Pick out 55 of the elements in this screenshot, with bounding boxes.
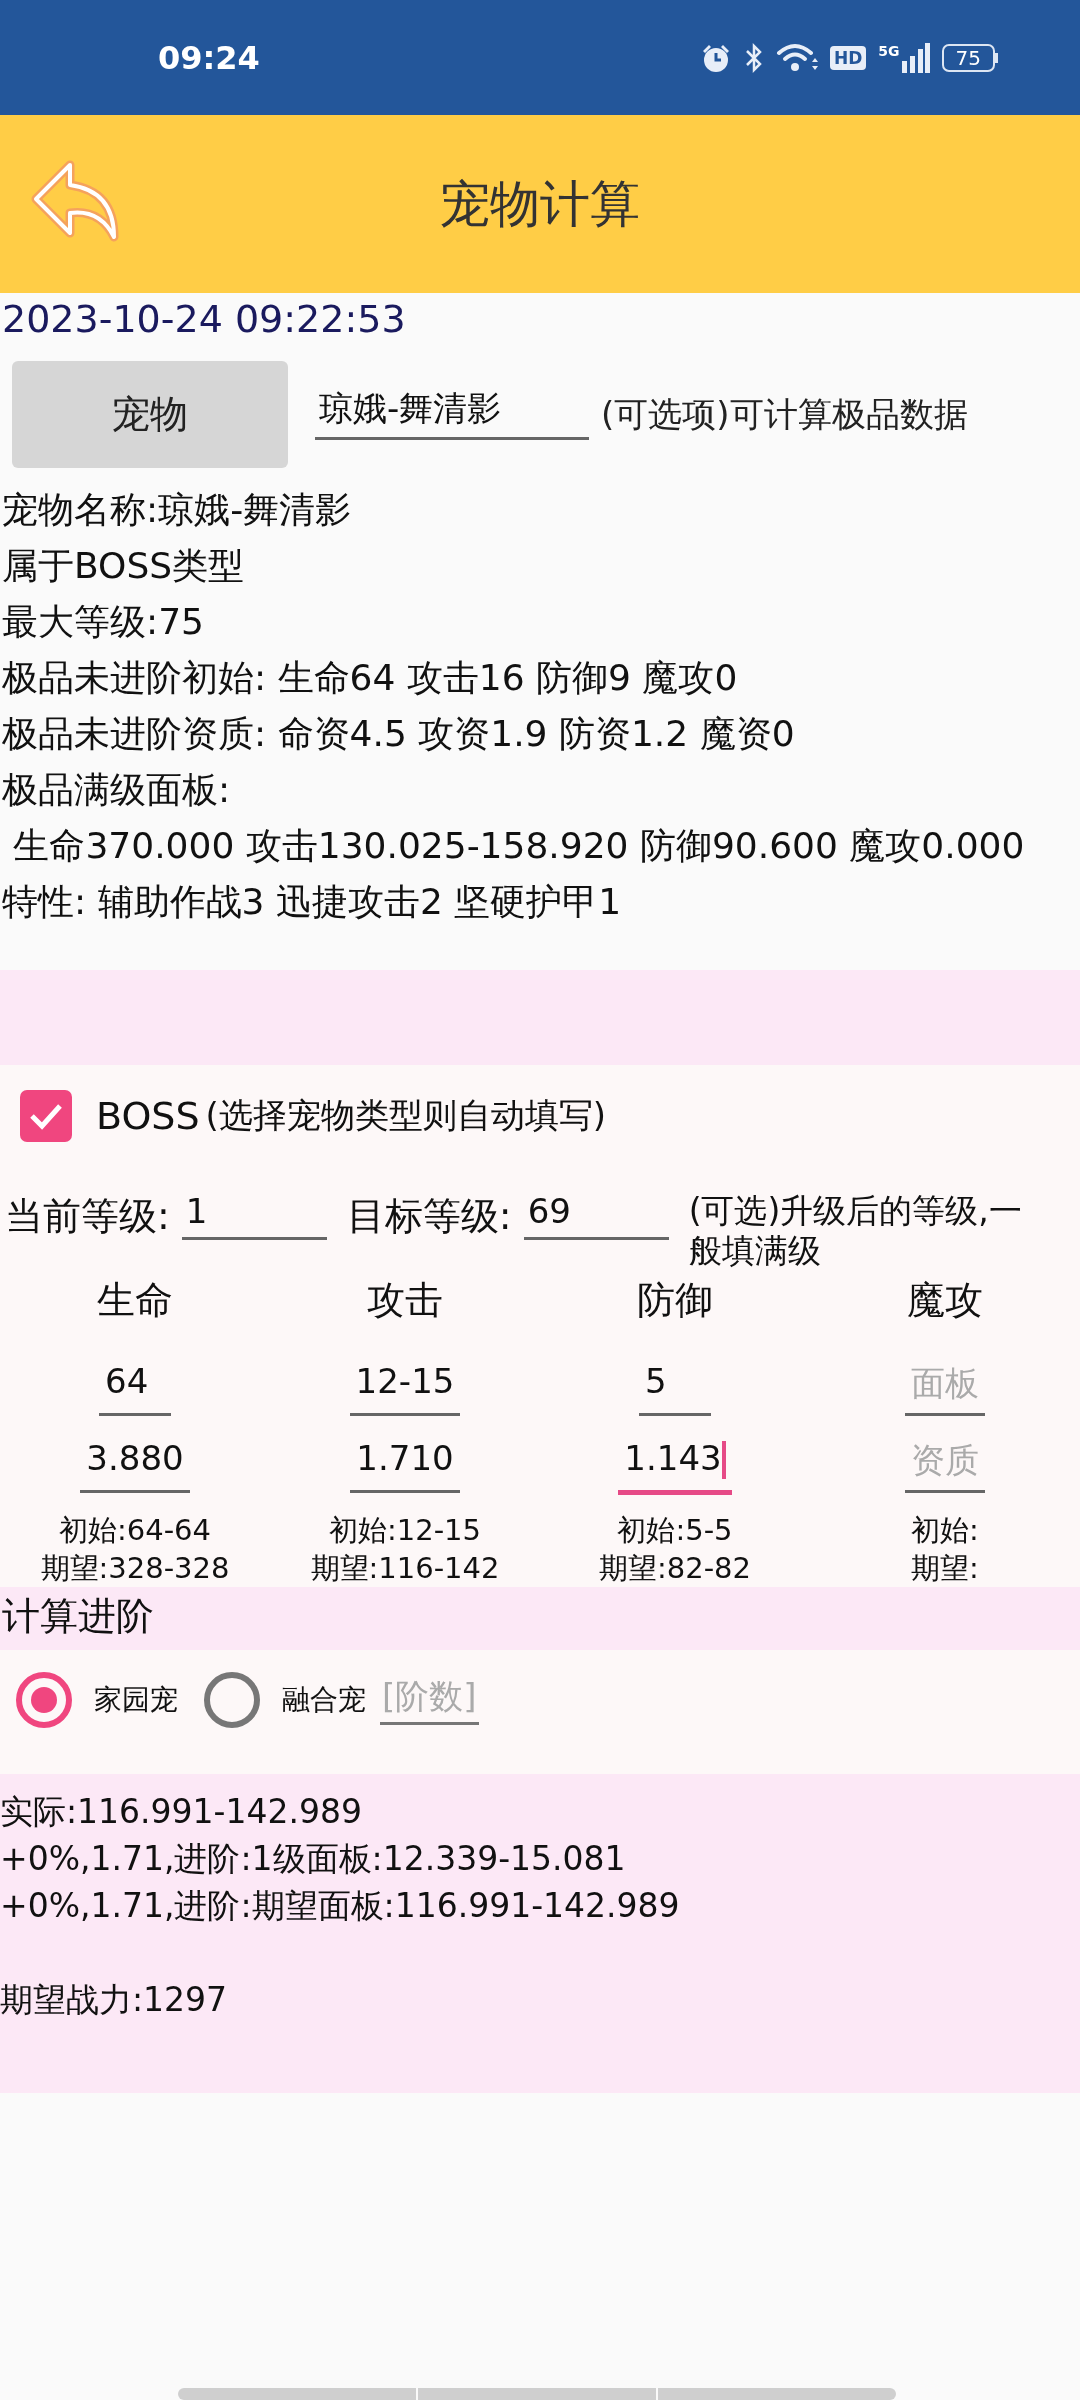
stat-text: 期望: [911, 1549, 979, 1587]
pet-name-field[interactable]: 琼娥-舞清影 [315, 388, 589, 440]
page-title: 宠物计算 [440, 173, 640, 235]
radio-button[interactable] [16, 1671, 72, 1728]
input-field[interactable]: 12-15 [349, 1360, 461, 1416]
input-field[interactable]: 64 [99, 1360, 171, 1416]
column-header: 魔攻 [907, 1276, 983, 1324]
pet-button[interactable]: 宠物 [12, 360, 288, 468]
radio-label: 家园宠 [94, 1681, 178, 1718]
info-line: 宠物名称:琼娥-舞清影 [2, 487, 353, 532]
column-header: 攻击 [367, 1276, 443, 1324]
info-line: 特性: 辅助作战3 迅捷攻击2 坚硬护甲1 [2, 879, 623, 924]
result-line: +0%,1.71,进阶:1级面板:12.339-15.081 [0, 1837, 627, 1880]
info-line: 最大等级:75 [2, 599, 205, 644]
stat-text: 期望:116-142 [310, 1549, 500, 1587]
battery-icon: 75 [941, 43, 995, 72]
info-line: 极品未进阶初始: 生命64 攻击16 防御9 魔攻0 [2, 655, 739, 700]
result-line: 期望战力:1297 [0, 1978, 229, 2021]
stat-text: 初始:12-15 [328, 1511, 481, 1549]
input-field[interactable]: 5 [639, 1360, 711, 1416]
checkbox-label: BOSS [96, 1093, 200, 1138]
info-line: 极品未进阶资质: 命资4.5 攻资1.9 防资1.2 魔资0 [2, 711, 796, 756]
wifi-icon [775, 41, 818, 74]
hint-text: (选择宠物类型则自动填写) [205, 1093, 607, 1137]
stat-text: 期望:328-328 [40, 1549, 230, 1587]
stat-text: 初始:5-5 [617, 1511, 733, 1549]
result-line: +0%,1.71,进阶:期望面板:116.991-142.989 [0, 1884, 681, 1927]
stat-text: 初始: [911, 1511, 979, 1549]
column-header: 生命 [97, 1276, 173, 1324]
info-line: 极品满级面板: [2, 767, 232, 812]
checkbox[interactable] [20, 1089, 72, 1142]
info-line: 属于BOSS类型 [2, 543, 246, 588]
network-label: 5G [878, 42, 900, 59]
signal-icon [901, 42, 930, 73]
radio-button[interactable] [204, 1671, 260, 1728]
hint-text: (可选项)可计算极品数据 [601, 393, 968, 435]
input-field[interactable]: 1.143 [618, 1437, 732, 1495]
stat-text: 期望:82-82 [598, 1549, 751, 1587]
level-field[interactable]: 1 [181, 1190, 327, 1240]
bluetooth-icon [743, 41, 764, 74]
field-label: 当前等级: [5, 1192, 170, 1240]
info-line: 生命370.000 攻击130.025-158.920 防御90.600 魔攻0.000 [12, 823, 1026, 868]
hd-badge: HD [829, 45, 867, 70]
radio-label: 融合宠 [282, 1681, 366, 1718]
input-field[interactable]: 1.710 [350, 1437, 460, 1493]
hint-text: (可选)升级后的等级,一般填满级 [688, 1190, 1023, 1271]
section-title: 计算进阶 [0, 1586, 1080, 1650]
clock-time: 09:24 [158, 38, 260, 77]
level-field[interactable]: 69 [523, 1190, 669, 1240]
result-line: 实际:116.991-142.989 [0, 1790, 363, 1833]
column-header: 防御 [637, 1276, 713, 1324]
input-field[interactable]: 3.880 [80, 1437, 190, 1493]
field-label: 目标等级: [346, 1192, 512, 1240]
timestamp: 2023-10-24 09:22:53 [1, 296, 407, 343]
stat-text: 初始:64-64 [58, 1511, 211, 1549]
